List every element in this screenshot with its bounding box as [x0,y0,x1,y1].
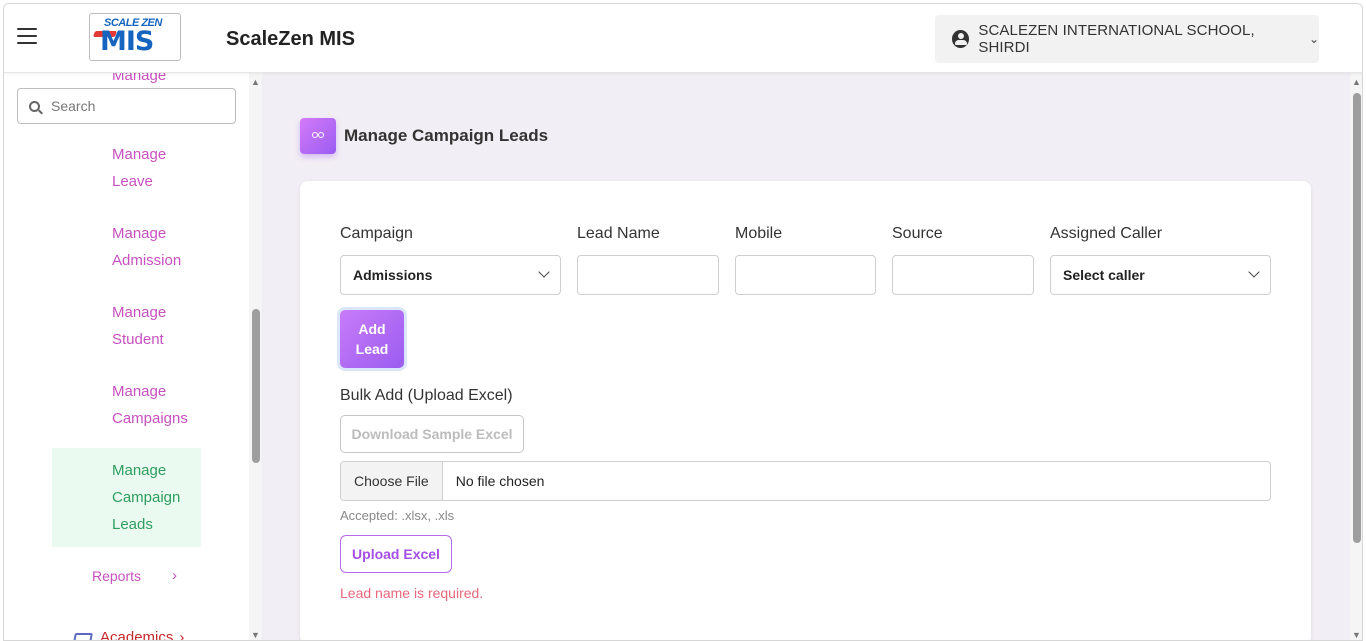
sidebar-item-label: Manage [112,383,167,400]
campaign-select-value: Admissions [353,267,433,283]
campaign-label: Campaign [340,225,413,242]
sidebar-item-manage-campaign-leads[interactable]: Manage Campaign Leads [52,448,201,547]
campaign-select[interactable]: Admissions [340,255,561,295]
search-icon [29,100,40,112]
sidebar-item-label: Leave [112,173,153,190]
sidebar-item-label: Manage [112,462,167,479]
sidebar-item-label: Reports [92,568,142,584]
sidebar-item-manage-student[interactable]: Manage Student [52,299,201,353]
page-title: Manage Campaign Leads [344,126,549,145]
scroll-down-arrow-icon[interactable]: ▼ [1352,630,1361,640]
chevron-right-icon: › [172,567,177,584]
assigned-caller-select[interactable]: Select caller [1050,255,1271,295]
caller-select-value: Select caller [1063,267,1145,283]
source-label: Source [892,225,943,242]
app-title: ScaleZen MIS [226,28,355,50]
choose-file-button[interactable]: Choose File [341,462,443,500]
file-input[interactable]: Choose File No file chosen [340,461,1271,501]
sidebar-item-label: Campaign [112,489,181,506]
assigned-caller-label: Assigned Caller [1050,225,1163,242]
sidebar-item-label: Campaigns [112,410,188,427]
main-scrollbar[interactable]: ▲ ▼ [1350,73,1362,640]
add-lead-label-1: Add [358,321,386,337]
accepted-formats-hint: Accepted: .xlsx, .xls [340,508,455,523]
people-icon [300,118,336,154]
sidebar-item-label: Academics [100,629,174,641]
logo-main-text: MIS [100,26,154,57]
sidebar-item-manage-admission[interactable]: Manage Admission [52,220,201,274]
page-header: Manage Campaign Leads [300,118,548,154]
sidebar-item-manage-campaigns[interactable]: Manage Campaigns [52,378,201,432]
menu-icon[interactable] [17,28,37,44]
sidebar-item-reports[interactable]: Reports › [92,567,177,584]
scroll-down-arrow-icon[interactable]: ▼ [251,630,260,640]
mobile-input[interactable] [735,255,876,295]
lead-form-card: Campaign Lead Name Mobile Source Assigne… [300,181,1311,640]
sidebar-item-label: Manage [112,225,167,242]
scroll-up-arrow-icon[interactable]: ▲ [251,77,260,87]
error-message: Lead name is required. [340,585,484,601]
top-header: SCALE ZEN MIS ScaleZen MIS SCALEZEN INTE… [4,4,1362,73]
sidebar-scrollbar[interactable]: ▲ ▼ [249,73,262,640]
sidebar-item-label: Student [112,331,164,348]
lead-name-input[interactable] [577,255,719,295]
add-lead-button[interactable]: Add Lead [340,310,404,368]
chevron-right-icon: › [179,629,185,641]
scrollbar-thumb[interactable] [252,309,260,463]
sidebar-item-partial[interactable]: Manage [112,73,166,84]
chevron-down-icon [538,266,550,278]
sidebar-search[interactable] [17,88,236,124]
sidebar-item-label: Admission [112,252,182,269]
sidebar-item-label: Manage [112,146,167,163]
search-input[interactable] [51,98,211,114]
account-circle-icon [952,30,970,48]
upload-excel-button[interactable]: Upload Excel [340,535,452,573]
sidebar-item-label: Manage [112,304,167,321]
sidebar-item-manage-leave[interactable]: Manage Leave [52,141,201,195]
graduation-cap-icon [73,632,93,640]
sidebar-item-academics[interactable]: Academics › [73,629,185,641]
school-name: SCALEZEN INTERNATIONAL SCHOOL, SHIRDI [978,22,1255,56]
scrollbar-thumb[interactable] [1353,93,1361,543]
bulk-add-label: Bulk Add (Upload Excel) [340,387,513,404]
scroll-up-arrow-icon[interactable]: ▲ [1352,77,1361,87]
lead-name-label: Lead Name [577,225,660,242]
download-sample-excel-button[interactable]: Download Sample Excel [340,415,524,453]
main-content: Manage Campaign Leads Campaign Lead Name… [263,73,1362,640]
chevron-down-icon: ⌄ [1308,32,1319,46]
chevron-down-icon [1248,266,1260,278]
sidebar-item-label: Leads [112,516,153,533]
app-window: SCALE ZEN MIS ScaleZen MIS SCALEZEN INTE… [3,3,1363,641]
app-logo[interactable]: SCALE ZEN MIS [89,13,181,61]
school-selector[interactable]: SCALEZEN INTERNATIONAL SCHOOL, SHIRDI ⌄ [935,15,1319,63]
mobile-label: Mobile [735,225,783,242]
file-status: No file chosen [455,473,545,489]
sidebar: Manage Manage Leave Manage Admission Man… [4,73,263,641]
add-lead-label-2: Lead [355,341,389,357]
source-input[interactable] [892,255,1034,295]
